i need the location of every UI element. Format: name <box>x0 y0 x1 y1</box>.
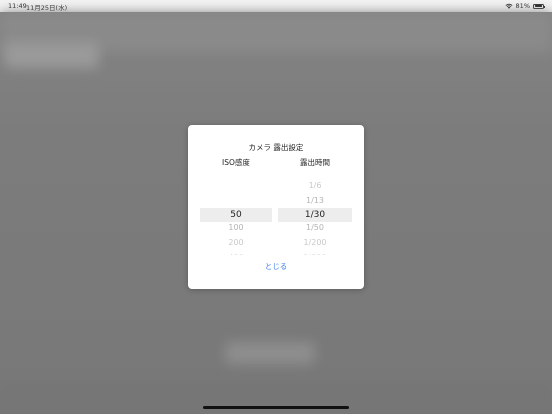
exposure-option[interactable]: 1/13 <box>278 196 352 206</box>
iso-option[interactable]: 400 <box>200 253 272 255</box>
exposure-picker[interactable]: 1/3 1/6 1/13 1/30 1/50 1/200 1/800 <box>278 173 352 255</box>
background-bottom-bar <box>0 382 552 414</box>
status-date: 11月25日(水) <box>26 4 68 12</box>
status-time: 11:49 <box>8 2 27 10</box>
home-indicator[interactable] <box>203 406 349 409</box>
battery-fill <box>534 5 542 7</box>
close-button[interactable]: とじる <box>248 260 304 274</box>
status-right: 81% <box>505 2 545 10</box>
battery-icon <box>533 3 545 9</box>
exposure-option[interactable]: 1/6 <box>278 181 352 191</box>
wifi-icon <box>505 3 513 9</box>
exposure-option[interactable]: 1/3 <box>278 173 352 176</box>
exposure-option-selected[interactable]: 1/30 <box>278 209 352 221</box>
iso-picker[interactable]: 50 100 200 400 <box>200 173 272 255</box>
iso-option-selected[interactable]: 50 <box>200 209 272 221</box>
dialog-title: カメラ 露出設定 <box>248 143 304 152</box>
iso-option[interactable]: 100 <box>200 223 272 233</box>
exposure-option[interactable]: 1/200 <box>278 238 352 248</box>
status-bar: 11:49 11月25日(水) 81% <box>0 0 552 12</box>
battery-percentage: 81% <box>515 2 530 10</box>
camera-exposure-dialog: カメラ 露出設定 ISO感度 露出時間 50100200400 1/31/61/… <box>188 125 364 289</box>
exposure-option[interactable]: 1/50 <box>278 223 352 233</box>
background-button-block <box>225 342 315 364</box>
iso-option[interactable]: 200 <box>200 238 272 248</box>
background-title-block <box>4 42 99 68</box>
iso-column-header: ISO感度 <box>222 158 250 167</box>
exposure-column-header: 露出時間 <box>300 158 330 167</box>
exposure-option[interactable]: 1/800 <box>278 253 352 255</box>
